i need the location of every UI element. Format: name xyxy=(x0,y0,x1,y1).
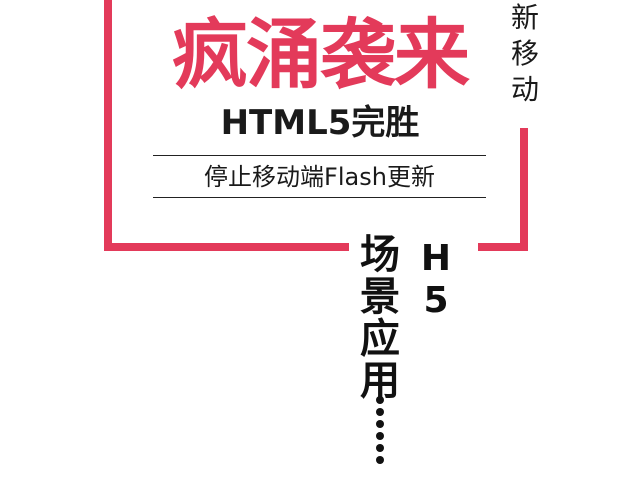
subline: HTML5完胜 xyxy=(220,103,420,143)
h5-label-vertical: H 5 xyxy=(420,238,452,321)
frame-right-bar xyxy=(520,128,528,251)
ellipsis-dot xyxy=(376,456,384,464)
ellipsis-dot xyxy=(376,408,384,416)
ellipsis-dot xyxy=(376,444,384,452)
headline: 疯涌袭来 xyxy=(172,10,470,99)
frame-bottom-left-bar xyxy=(104,243,349,251)
divider-top xyxy=(153,155,486,156)
scene-title-vertical: 场 景 应 用 xyxy=(360,232,400,404)
frame-left-bar xyxy=(104,0,112,250)
tagline: 停止移动端Flash更新 xyxy=(204,163,435,191)
side-note-vertical: 新 移 动 xyxy=(510,1,539,106)
ellipsis-dot xyxy=(376,420,384,428)
frame-bottom-right-bar xyxy=(478,243,528,251)
ellipsis-dot xyxy=(376,432,384,440)
vertical-ellipsis-icon xyxy=(370,396,390,476)
ellipsis-dot xyxy=(376,396,384,404)
divider-bottom xyxy=(153,197,486,198)
